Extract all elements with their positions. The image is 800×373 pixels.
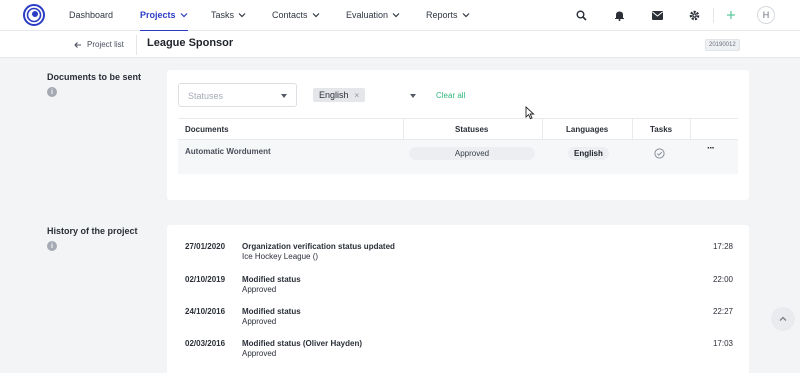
column-divider [403,119,404,141]
status-badge: Approved [409,147,535,160]
search-icon[interactable] [574,8,588,22]
info-icon[interactable]: i [47,87,57,97]
column-header-documents: Documents [185,125,229,134]
statuses-filter-select[interactable]: Statuses [178,83,297,107]
history-date: 02/03/2016 [185,339,226,348]
page-title: League Sponsor [147,37,234,49]
language-chip: English × [313,88,366,102]
page-header: Project list League Sponsor 20190012 [0,31,800,58]
history-time: 17:03 [712,339,733,348]
nav-contacts[interactable]: Contacts [272,10,320,20]
history-title: Modified status [242,307,301,316]
nav-projects[interactable]: Projects [140,10,188,32]
remove-chip-icon[interactable]: × [355,91,360,100]
nav-projects-label: Projects [140,10,176,20]
history-detail: Approved [242,349,277,358]
chevron-down-icon [312,13,319,18]
nav-evaluation-label: Evaluation [346,10,389,20]
history-detail: Approved [242,317,277,326]
chevron-down-icon [462,13,469,18]
history-date: 02/10/2019 [185,275,226,284]
avatar[interactable]: H [757,6,775,24]
column-header-tasks: Tasks [650,125,673,134]
mouse-cursor-icon [525,106,535,120]
bell-icon[interactable] [612,8,626,22]
history-detail: Approved [242,285,277,294]
column-header-languages: Languages [566,125,609,134]
history-title: Modified status (Oliver Hayden) [242,339,363,348]
mail-icon[interactable] [650,8,664,22]
nav-reports[interactable]: Reports [426,10,470,20]
plus-icon[interactable] [724,8,738,22]
table-row[interactable]: Automatic Wordument Approved English ··· [178,140,738,174]
arrow-left-icon [74,41,81,48]
document-name[interactable]: Automatic Wordument [185,147,271,156]
header-divider [136,35,137,55]
column-divider [690,119,691,141]
nav-evaluation[interactable]: Evaluation [346,10,400,20]
more-options-button[interactable]: ··· [707,143,715,154]
history-title: Modified status [242,275,301,284]
chevron-down-icon [238,13,246,18]
clear-all-link[interactable]: Clear all [436,91,465,100]
language-badge: English [568,147,609,160]
history-section-label: History of the project [47,226,138,236]
history-time: 22:00 [712,275,733,284]
documents-section-label: Documents to be sent [47,72,142,82]
history-date: 27/01/2020 [185,242,226,251]
caret-down-icon [281,94,287,98]
language-chip-label: English [319,90,349,100]
app-logo-icon[interactable] [23,4,45,26]
back-to-project-list-link[interactable]: Project list [74,40,124,49]
nav-reports-label: Reports [426,10,458,20]
nav-tasks[interactable]: Tasks [211,10,246,20]
gear-icon[interactable] [687,8,701,22]
chevron-up-icon [779,316,787,321]
project-id-badge: 20190012 [705,39,740,51]
scroll-to-top-button[interactable] [771,307,795,331]
top-navigation: Dashboard Projects Tasks Contacts Evalua… [0,0,800,32]
column-divider [542,119,543,141]
back-link-label: Project list [87,40,124,49]
documents-card: Statuses English × Clear all Documents S… [167,70,749,200]
info-icon[interactable]: i [47,241,57,251]
nav-tasks-label: Tasks [211,10,235,20]
language-filter-select[interactable]: English × [306,83,426,107]
column-header-statuses: Statuses [455,125,489,134]
nav-contacts-label: Contacts [272,10,308,20]
history-title: Organization verification status updated [242,242,395,251]
history-time: 22:27 [712,307,733,316]
statuses-placeholder: Statuses [188,91,224,101]
caret-down-icon [410,94,416,98]
documents-table: Documents Statuses Languages Tasks Autom… [178,118,738,174]
chevron-down-icon [392,13,400,18]
history-time: 17:28 [712,242,733,251]
column-divider [632,119,633,141]
table-header: Documents Statuses Languages Tasks [178,118,738,141]
history-card: 27/01/2020 Organization verification sta… [167,225,749,373]
history-date: 24/10/2016 [185,307,226,316]
history-detail: Ice Hockey League () [242,252,319,261]
nav-dashboard[interactable]: Dashboard [69,10,113,20]
nav-dashboard-label: Dashboard [69,10,114,20]
check-circle-icon[interactable] [654,148,665,159]
nav-divider [713,8,714,23]
chevron-down-icon [180,13,187,18]
